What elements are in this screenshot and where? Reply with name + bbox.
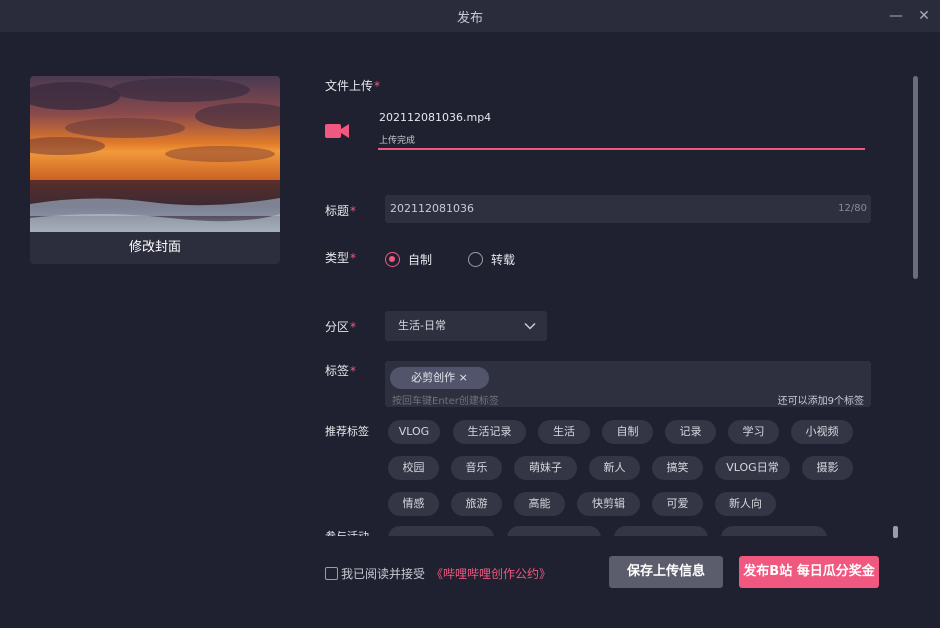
type-label: 类型*	[325, 251, 357, 265]
recommended-tag[interactable]: 生活	[538, 420, 590, 444]
recommended-tag[interactable]: 生活记录	[453, 420, 526, 444]
tags-label: 标签*	[325, 364, 357, 378]
upload-progress-fill	[378, 148, 865, 150]
radio-selected-icon	[385, 252, 400, 267]
recommended-tag[interactable]: 小视频	[791, 420, 853, 444]
recommended-tag[interactable]: 高能	[514, 492, 565, 516]
tags-remaining-count: 还可以添加9个标签	[777, 396, 864, 407]
section-label: 分区*	[325, 320, 357, 334]
type-radio-original[interactable]: 自制	[385, 251, 432, 268]
recommended-tag[interactable]: VLOG日常	[715, 456, 790, 480]
checkbox-icon[interactable]	[325, 567, 338, 580]
title-value: 202112081036	[390, 202, 474, 215]
tags-placeholder: 按回车键Enter创建标签	[392, 396, 499, 407]
upload-status: 上传完成	[379, 136, 416, 146]
section-value: 生活-日常	[398, 319, 446, 332]
section-select[interactable]: 生活-日常	[385, 311, 547, 341]
chevron-down-icon	[524, 322, 536, 330]
title-char-count: 12/80	[838, 203, 867, 214]
title-bar: 发布 — ✕	[0, 0, 940, 32]
recommended-tag[interactable]: 新人向	[715, 492, 776, 516]
save-upload-info-button[interactable]: 保存上传信息	[609, 556, 723, 588]
type-radio-repost[interactable]: 转载	[468, 251, 515, 268]
recommended-tags-label: 推荐标签	[325, 425, 369, 438]
title-input[interactable]: 202112081036 12/80	[385, 195, 871, 223]
recommended-tag[interactable]: 校园	[388, 456, 439, 480]
upload-progress-bar	[378, 148, 865, 150]
agreement-text: 我已阅读并接受	[341, 567, 426, 581]
recommended-tag[interactable]: 可爱	[652, 492, 703, 516]
recommended-tag[interactable]: VLOG	[388, 420, 440, 444]
recommended-tag[interactable]: 学习	[728, 420, 779, 444]
tags-input[interactable]: 必剪创作 × 按回车键Enter创建标签 还可以添加9个标签	[385, 361, 871, 407]
window-title: 发布	[456, 10, 483, 26]
minimize-icon[interactable]: —	[886, 6, 906, 26]
upload-label: 文件上传*	[325, 79, 381, 93]
title-label: 标题*	[325, 204, 357, 218]
recommended-tag[interactable]: 情感	[388, 492, 439, 516]
recommended-tag[interactable]: 摄影	[802, 456, 853, 480]
activity-scrollbar-thumb[interactable]	[893, 526, 898, 538]
cover-card[interactable]: 修改封面	[30, 76, 280, 264]
scrollbar-thumb[interactable]	[913, 76, 918, 279]
recommended-tag[interactable]: 快剪辑	[577, 492, 640, 516]
recommended-tag[interactable]: 萌妹子	[514, 456, 577, 480]
recommended-tag[interactable]: 旅游	[451, 492, 502, 516]
uploaded-file-name: 202112081036.mp4	[379, 111, 492, 124]
video-camera-icon	[325, 124, 349, 138]
recommended-tag[interactable]: 搞笑	[652, 456, 703, 480]
recommended-tag[interactable]: 音乐	[451, 456, 502, 480]
recommended-tag[interactable]: 记录	[665, 420, 716, 444]
agreement-checkbox[interactable]: 我已阅读并接受 《哔哩哔哩创作公约》	[325, 565, 551, 582]
tag-chip[interactable]: 必剪创作 ×	[390, 367, 489, 389]
close-icon[interactable]: ✕	[914, 6, 934, 26]
edit-cover-button[interactable]: 修改封面	[30, 232, 280, 264]
recommended-tag[interactable]: 自制	[602, 420, 653, 444]
radio-unselected-icon	[468, 252, 483, 267]
recommended-tag[interactable]: 新人	[589, 456, 640, 480]
publish-button[interactable]: 发布B站 每日瓜分奖金	[739, 556, 879, 588]
cover-image	[30, 76, 280, 232]
agreement-link[interactable]: 《哔哩哔哩创作公约》	[431, 565, 551, 582]
